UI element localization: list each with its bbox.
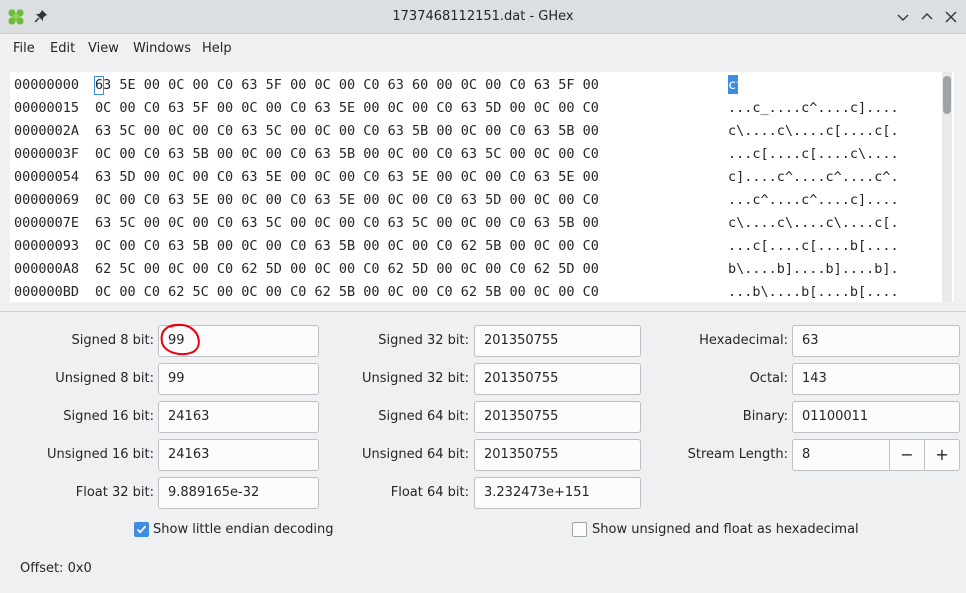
menu-help[interactable]: Help xyxy=(202,34,232,64)
row-hex[interactable]: 0C 00 C0 62 5C 00 0C 00 C0 62 5B 00 0C 0… xyxy=(95,281,599,302)
status-offset: Offset: 0x0 xyxy=(20,561,92,576)
row-ascii[interactable]: ...c^....c^....c].... xyxy=(728,189,899,212)
stream-length-label: Stream Length: xyxy=(687,447,788,462)
hex-row: 00000093 0C 00 C0 63 5B 00 0C 00 C0 63 5… xyxy=(10,235,899,258)
row-offset: 00000069 xyxy=(14,192,80,208)
hex-row: 000000BD 0C 00 C0 62 5C 00 0C 00 C0 62 5… xyxy=(10,281,899,302)
float-32bit-label: Float 32 bit: xyxy=(75,485,154,500)
hex-row: 000000A8 62 5C 00 0C 00 C0 62 5D 00 0C 0… xyxy=(10,258,899,281)
octal-label: Octal: xyxy=(749,371,788,386)
signed-32bit-label: Signed 32 bit: xyxy=(378,333,469,348)
signed-8bit-label: Signed 8 bit: xyxy=(71,333,154,348)
row-offset: 00000000 xyxy=(14,77,80,93)
row-ascii[interactable]: ...c[....c[....c\.... xyxy=(728,143,899,166)
little-endian-label[interactable]: Show little endian decoding xyxy=(153,522,334,538)
chevron-up-icon xyxy=(921,13,933,20)
hex-row: 00000069 0C 00 C0 63 5E 00 0C 00 C0 63 5… xyxy=(10,189,899,212)
row-offset: 0000002A xyxy=(14,123,80,139)
chevron-down-icon xyxy=(897,14,909,21)
signed-64bit-label: Signed 64 bit: xyxy=(378,409,469,424)
row-hex[interactable]: 0C 00 C0 63 5B 00 0C 00 C0 63 5B 00 0C 0… xyxy=(95,235,599,258)
signed-64bit-field[interactable]: 201350755 xyxy=(474,401,641,433)
signed-16bit-label: Signed 16 bit: xyxy=(63,409,154,424)
stream-length-increment-button[interactable]: + xyxy=(924,439,960,471)
row-hex[interactable]: 0C 00 C0 63 5E 00 0C 00 C0 63 5E 00 0C 0… xyxy=(95,189,599,212)
unsigned-float-hex-label[interactable]: Show unsigned and float as hexadecimal xyxy=(592,522,859,538)
row-ascii[interactable]: ...c[....c[....b[.... xyxy=(728,235,899,258)
close-button[interactable] xyxy=(942,8,960,26)
unsigned-32bit-field[interactable]: 201350755 xyxy=(474,363,641,395)
float-64bit-field[interactable]: 3.232473e+151 xyxy=(474,477,641,509)
row-offset: 00000093 xyxy=(14,238,80,254)
hex-row: 00000054 63 5D 00 0C 00 C0 63 5E 00 0C 0… xyxy=(10,166,899,189)
row-hex[interactable]: 62 5C 00 0C 00 C0 62 5D 00 0C 00 C0 62 5… xyxy=(95,258,599,281)
row-ascii[interactable]: b\....b]....b]....b]. xyxy=(728,258,899,281)
hex-row: 0000007E 63 5C 00 0C 00 C0 63 5C 00 0C 0… xyxy=(10,212,899,235)
minimize-button[interactable] xyxy=(894,8,912,26)
row-offset: 0000003F xyxy=(14,146,80,162)
hex-row: 00000015 0C 00 C0 63 5F 00 0C 00 C0 63 5… xyxy=(10,97,899,120)
maximize-button[interactable] xyxy=(918,8,936,26)
row-ascii[interactable]: c^....c_....c`....c_. xyxy=(728,74,899,97)
binary-field[interactable]: 01100011 xyxy=(792,401,960,433)
row-hex[interactable]: 63 5E 00 0C 00 C0 63 5F 00 0C 00 C0 63 6… xyxy=(95,74,599,97)
signed-32bit-field[interactable]: 201350755 xyxy=(474,325,641,357)
menu-file[interactable]: File xyxy=(13,34,35,64)
row-ascii[interactable]: ...b\....b[....b[.... xyxy=(728,281,899,302)
row-ascii[interactable]: c\....c\....c\....c[. xyxy=(728,212,899,235)
row-hex[interactable]: 63 5D 00 0C 00 C0 63 5E 00 0C 00 C0 63 5… xyxy=(95,166,599,189)
row-ascii[interactable]: c]....c^....c^....c^. xyxy=(728,166,899,189)
hexadecimal-label: Hexadecimal: xyxy=(699,333,788,348)
title-bar: 1737468112151.dat - GHex xyxy=(0,0,966,34)
divider xyxy=(0,311,966,312)
unsigned-float-hex-checkbox[interactable] xyxy=(572,522,587,537)
hex-view[interactable]: 00000000 63 5E 00 0C 00 C0 63 5F 00 0C 0… xyxy=(10,72,954,302)
menu-edit[interactable]: Edit xyxy=(50,34,75,64)
scroll-thumb[interactable] xyxy=(943,76,951,114)
unsigned-64bit-label: Unsigned 64 bit: xyxy=(361,447,469,462)
hex-row: 0000003F 0C 00 C0 63 5B 00 0C 00 C0 63 5… xyxy=(10,143,899,166)
unsigned-16bit-field[interactable]: 24163 xyxy=(158,439,319,471)
row-hex[interactable]: 0C 00 C0 63 5B 00 0C 00 C0 63 5B 00 0C 0… xyxy=(95,143,599,166)
float-64bit-label: Float 64 bit: xyxy=(390,485,469,500)
checkmark-icon xyxy=(136,525,147,534)
row-ascii[interactable]: c\....c\....c[....c[. xyxy=(728,120,899,143)
close-icon xyxy=(945,11,957,23)
unsigned-32bit-label: Unsigned 32 bit: xyxy=(361,371,469,386)
unsigned-8bit-label: Unsigned 8 bit: xyxy=(55,371,154,386)
signed-16bit-field[interactable]: 24163 xyxy=(158,401,319,433)
hex-row: 00000000 63 5E 00 0C 00 C0 63 5F 00 0C 0… xyxy=(10,74,899,97)
signed-8bit-field[interactable]: 99 xyxy=(158,325,319,357)
binary-label: Binary: xyxy=(742,409,788,424)
row-offset: 0000007E xyxy=(14,215,80,231)
little-endian-checkbox[interactable] xyxy=(134,522,149,537)
hex-row: 0000002A 63 5C 00 0C 00 C0 63 5C 00 0C 0… xyxy=(10,120,899,143)
row-offset: 000000A8 xyxy=(14,261,80,277)
hexadecimal-field[interactable]: 63 xyxy=(792,325,960,357)
window-title: 1737468112151.dat - GHex xyxy=(392,9,574,24)
unsigned-64bit-field[interactable]: 201350755 xyxy=(474,439,641,471)
menu-windows[interactable]: Windows xyxy=(133,34,191,64)
unsigned-8bit-field[interactable]: 99 xyxy=(158,363,319,395)
row-offset: 00000015 xyxy=(14,100,80,116)
row-offset: 00000054 xyxy=(14,169,80,185)
row-hex[interactable]: 63 5C 00 0C 00 C0 63 5C 00 0C 00 C0 63 5… xyxy=(95,120,599,143)
unsigned-16bit-label: Unsigned 16 bit: xyxy=(46,447,154,462)
row-hex[interactable]: 63 5C 00 0C 00 C0 63 5C 00 0C 00 C0 63 5… xyxy=(95,212,599,235)
float-32bit-field[interactable]: 9.889165e-32 xyxy=(158,477,319,509)
octal-field[interactable]: 143 xyxy=(792,363,960,395)
menu-bar: File Edit View Windows Help xyxy=(0,34,966,64)
row-hex[interactable]: 0C 00 C0 63 5F 00 0C 00 C0 63 5E 00 0C 0… xyxy=(95,97,599,120)
row-offset: 000000BD xyxy=(14,284,80,300)
stream-length-field[interactable]: 8 xyxy=(792,439,890,471)
menu-view[interactable]: View xyxy=(88,34,119,64)
vertical-scrollbar[interactable] xyxy=(942,72,952,302)
stream-length-decrement-button[interactable]: − xyxy=(889,439,925,471)
row-ascii[interactable]: ...c_....c^....c].... xyxy=(728,97,899,120)
